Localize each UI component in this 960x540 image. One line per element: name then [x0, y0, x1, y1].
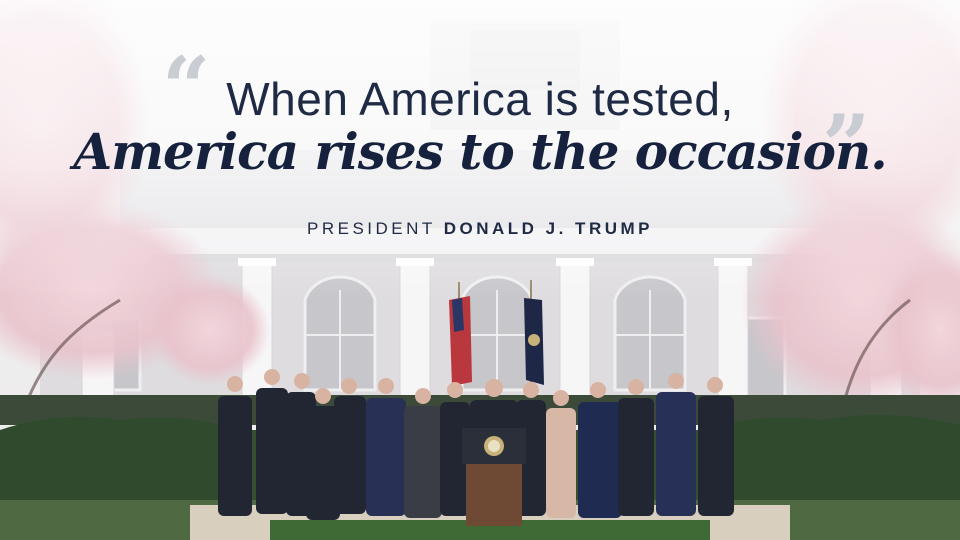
attribution: PRESIDENT DONALD J. TRUMP: [0, 219, 960, 239]
attribution-title: PRESIDENT: [306, 219, 436, 238]
attribution-name: DONALD J. TRUMP: [443, 219, 653, 238]
quote-block: “ When America is tested, America rises …: [0, 0, 960, 260]
quote-graphic: “ When America is tested, America rises …: [0, 0, 960, 540]
quote-line-2: America rises to the occasion.: [73, 122, 887, 181]
quote-line-1: When America is tested,: [226, 73, 734, 125]
close-quote-mark: ”: [822, 96, 871, 195]
